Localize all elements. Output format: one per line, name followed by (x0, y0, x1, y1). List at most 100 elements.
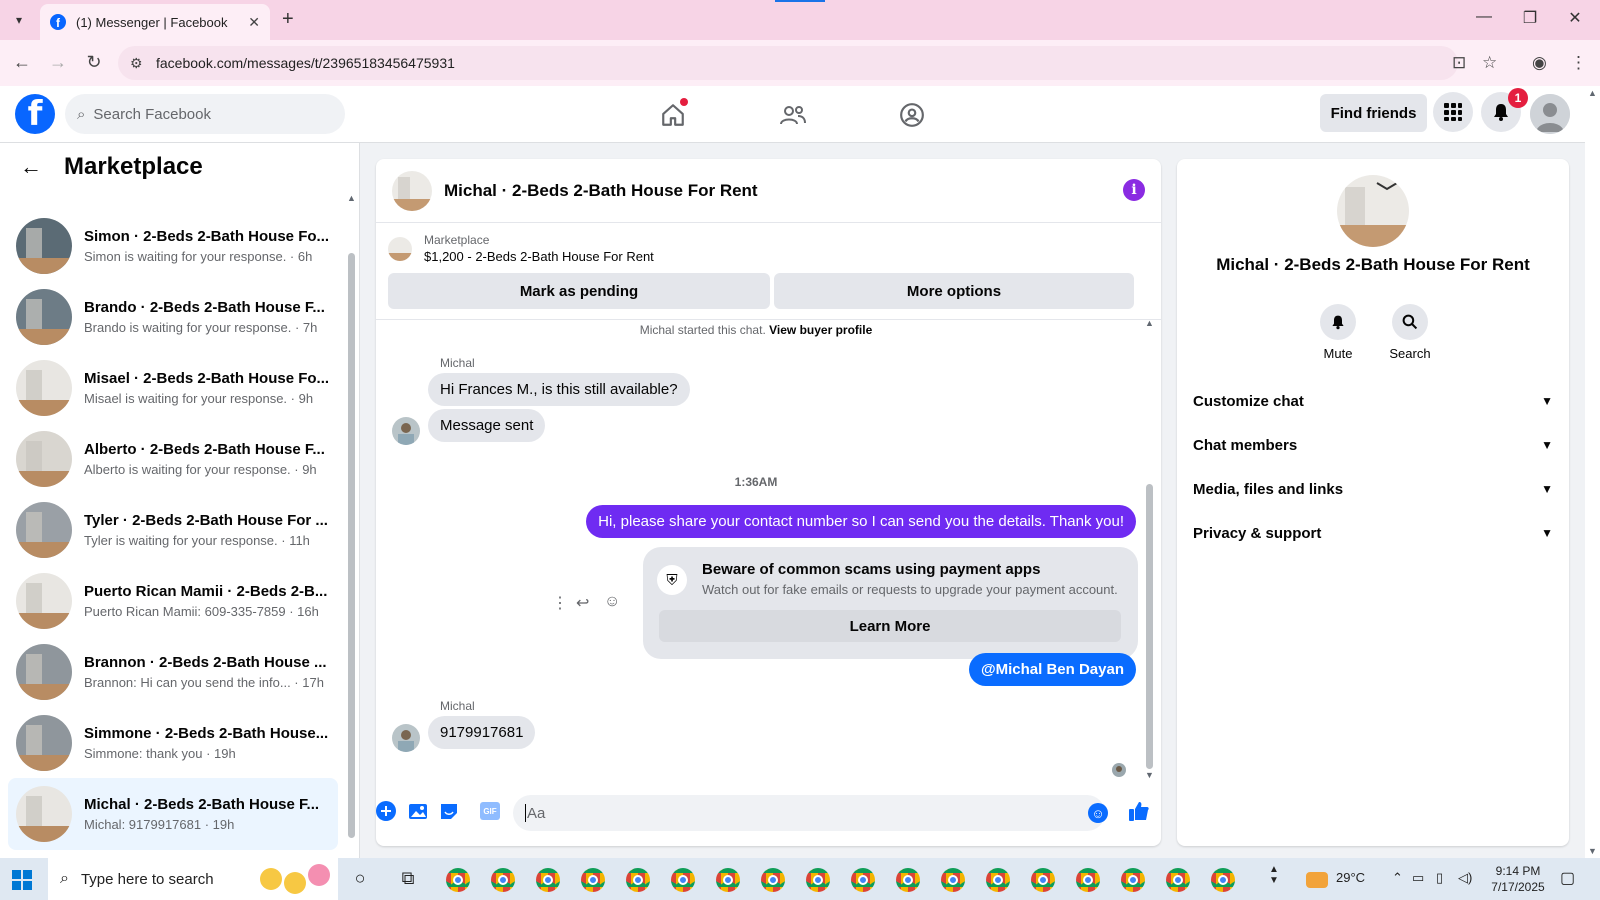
more-actions-icon[interactable]: ⋮ (552, 593, 568, 613)
network-icon[interactable]: ▭ (1412, 870, 1424, 886)
react-emoji-icon[interactable]: ☺ (604, 593, 620, 611)
customize-chat-section[interactable]: Customize chat ▼ (1193, 381, 1553, 421)
profile-icon[interactable]: ◉ (1532, 53, 1547, 73)
more-options-button[interactable]: More options (774, 273, 1134, 309)
conversation-item[interactable]: Brando · 2-Beds 2-Bath House F... Brando … (8, 281, 338, 353)
tray-chevron-icon[interactable]: ⌃ (1392, 870, 1403, 886)
chrome-app-icon[interactable] (941, 868, 965, 892)
close-tab-icon[interactable]: ✕ (248, 14, 260, 31)
media-files-links-section[interactable]: Media, files and links ▼ (1193, 469, 1553, 509)
chrome-app-icon[interactable] (806, 868, 830, 892)
page-scrollbar[interactable]: ▲ ▼ (1585, 86, 1600, 858)
groups-icon[interactable] (895, 98, 929, 132)
emoji-icon[interactable]: ☺ (1088, 803, 1108, 823)
chat-scroll-thumb[interactable] (1146, 484, 1153, 769)
mark-as-pending-button[interactable]: Mark as pending (388, 273, 770, 309)
volume-icon[interactable]: ◁) (1458, 870, 1472, 886)
conversation-item[interactable]: Alberto · 2-Beds 2-Bath House F... Albert… (8, 423, 338, 495)
weather-temp[interactable]: 29°C (1336, 870, 1365, 885)
incoming-message[interactable]: 9179917681 (428, 716, 536, 749)
scroll-up-icon[interactable]: ▲ (347, 193, 356, 203)
new-tab-icon[interactable]: + (282, 8, 294, 31)
conversation-item[interactable]: Simon · 2-Beds 2-Bath House Fo... Simon i… (8, 210, 338, 282)
incoming-message[interactable]: Hi Frances M., is this still available? (428, 373, 690, 406)
chrome-app-icon[interactable] (761, 868, 785, 892)
conversation-item[interactable]: Simmone · 2-Beds 2-Bath House... Simmone:… (8, 707, 338, 779)
chrome-app-icon[interactable] (986, 868, 1010, 892)
incoming-message[interactable]: Message sent (428, 409, 546, 442)
attach-photo-icon[interactable] (406, 799, 430, 823)
chrome-app-icon[interactable] (1031, 868, 1055, 892)
windows-start-icon[interactable] (12, 870, 32, 890)
thumbs-up-icon[interactable] (1127, 799, 1151, 823)
chrome-app-icon[interactable] (446, 868, 470, 892)
facebook-logo-icon[interactable]: f (15, 94, 55, 134)
sidebar-scrollbar[interactable]: ▲ (347, 193, 356, 838)
marketplace-listing[interactable]: Marketplace $1,200 - 2-Beds 2-Bath House… (388, 233, 654, 264)
mute-button[interactable]: Mute (1308, 304, 1368, 361)
privacy-support-section[interactable]: Privacy & support ▼ (1193, 513, 1553, 553)
message-input[interactable]: Aa (513, 795, 1105, 831)
chrome-app-icon[interactable] (1121, 868, 1145, 892)
account-avatar[interactable] (1530, 94, 1570, 134)
search-conversation-button[interactable]: Search (1380, 304, 1440, 361)
forward-icon[interactable]: → (46, 52, 70, 73)
reply-icon[interactable]: ↩ (576, 593, 589, 613)
back-icon[interactable]: ← (10, 52, 34, 73)
menu-grid-icon[interactable] (1433, 92, 1473, 132)
scroll-down-icon[interactable]: ▼ (1145, 770, 1154, 780)
back-arrow-icon[interactable]: ← (20, 154, 42, 180)
battery-icon[interactable]: ▯ (1436, 870, 1443, 886)
notifications-center-icon[interactable]: ▢ (1560, 868, 1575, 888)
friends-icon[interactable] (776, 98, 810, 132)
outgoing-mention-message[interactable]: @Michal Ben Dayan (969, 653, 1136, 686)
chrome-app-icon[interactable] (626, 868, 650, 892)
cortana-icon[interactable]: ○ (348, 868, 372, 889)
conversation-item[interactable]: Michal · 2-Beds 2-Bath House F... Michal:… (8, 778, 338, 850)
browser-tab[interactable]: f (1) Messenger | Facebook ✕ (40, 4, 270, 40)
conversation-item[interactable]: Brannon · 2-Beds 2-Bath House ... Brannon… (8, 636, 338, 708)
task-view-icon[interactable]: ⧉ (396, 868, 420, 889)
chat-avatar[interactable] (392, 170, 432, 211)
chrome-app-icon[interactable] (536, 868, 560, 892)
sidebar-scroll-thumb[interactable] (348, 253, 355, 838)
chat-members-section[interactable]: Chat members ▼ (1193, 425, 1553, 465)
view-buyer-profile-link[interactable]: View buyer profile (769, 323, 872, 337)
chrome-app-icon[interactable] (491, 868, 515, 892)
learn-more-button[interactable]: Learn More (659, 610, 1121, 642)
chrome-app-icon[interactable] (581, 868, 605, 892)
close-window-icon[interactable]: ✕ (1565, 8, 1585, 28)
taskbar-clock[interactable]: 9:14 PM 7/17/2025 (1478, 863, 1558, 895)
chrome-app-icon[interactable] (1166, 868, 1190, 892)
info-icon[interactable]: i (1123, 179, 1145, 201)
facebook-search-input[interactable]: ⌕ Search Facebook (65, 94, 345, 134)
scroll-up-icon[interactable]: ▲ (1145, 318, 1154, 328)
chrome-app-icon[interactable] (716, 868, 740, 892)
chrome-app-icon[interactable] (896, 868, 920, 892)
url-field[interactable]: ⚙ facebook.com/messages/t/23965183456475… (118, 46, 1458, 80)
outgoing-message[interactable]: Hi, please share your contact number so … (586, 505, 1136, 538)
menu-kebab-icon[interactable]: ⋮ (1570, 53, 1587, 73)
sticker-icon[interactable] (437, 799, 461, 823)
taskbar-scroll-icon[interactable]: ▲ ▼ (1262, 864, 1286, 886)
install-app-icon[interactable]: ⊡ (1452, 53, 1466, 73)
scroll-down-icon[interactable]: ▼ (1588, 846, 1597, 856)
conversation-item[interactable]: Puerto Rican Mamii · 2-Beds 2-B... Puerto… (8, 565, 338, 637)
conversation-item[interactable]: Misael · 2-Beds 2-Bath House Fo... Misael… (8, 352, 338, 424)
chrome-app-icon[interactable] (1211, 868, 1235, 892)
chat-scrollbar[interactable]: ▲ ▼ (1145, 318, 1154, 780)
details-avatar[interactable] (1337, 175, 1409, 247)
chrome-app-icon[interactable] (671, 868, 695, 892)
conversation-item[interactable]: Tyler · 2-Beds 2-Bath House For ... Tyler… (8, 494, 338, 566)
add-more-icon[interactable] (376, 799, 398, 823)
minimize-icon[interactable]: — (1474, 8, 1494, 26)
scroll-up-icon[interactable]: ▲ (1588, 88, 1597, 98)
chrome-app-icon[interactable] (851, 868, 875, 892)
bookmark-star-icon[interactable]: ☆ (1482, 53, 1497, 73)
gif-icon[interactable]: GIF (480, 802, 500, 820)
restore-icon[interactable]: ❐ (1520, 8, 1540, 28)
site-info-icon[interactable]: ⚙ (130, 55, 143, 72)
chrome-app-icon[interactable] (1076, 868, 1100, 892)
find-friends-button[interactable]: Find friends (1320, 94, 1427, 132)
tab-search-chevron-icon[interactable]: ▾ (8, 10, 30, 30)
